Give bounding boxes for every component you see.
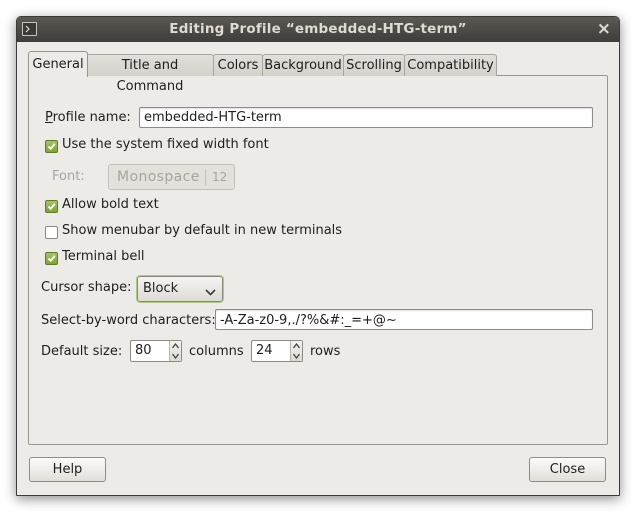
terminal-bell-checkbox[interactable]: [45, 252, 58, 265]
tab-panel-general: Profile name: Use the system fixed width…: [28, 75, 608, 445]
close-button[interactable]: Close: [529, 457, 606, 482]
rows-spin-buttons[interactable]: [290, 341, 302, 361]
use-system-font-checkbox[interactable]: [45, 140, 58, 153]
columns-spin-buttons[interactable]: [169, 341, 181, 361]
tab-background[interactable]: Background: [262, 54, 344, 76]
show-menubar-label: Show menubar by default in new terminals: [62, 223, 343, 238]
profile-dialog: Editing Profile “embedded-HTG-term” × Pr…: [16, 16, 620, 496]
tab-compatibility[interactable]: Compatibility: [404, 54, 497, 76]
rows-spinner[interactable]: 24: [251, 340, 303, 362]
rows-label: rows: [310, 344, 341, 359]
allow-bold-checkbox[interactable]: [45, 200, 58, 213]
font-label: Font:: [52, 169, 85, 184]
rows-value: 24: [256, 343, 273, 358]
cursor-shape-label: Cursor shape:: [41, 280, 132, 295]
allow-bold-label: Allow bold text: [62, 197, 159, 212]
columns-label: columns: [189, 344, 244, 359]
select-by-word-input[interactable]: -A-Za-z0-9,./?%&#:_=+@~: [215, 309, 593, 330]
font-name: Monospace: [117, 169, 200, 185]
profile-name-label: Profile name:: [45, 110, 131, 125]
tab-colors[interactable]: Colors: [213, 54, 263, 76]
spin-down-icon: [293, 353, 300, 359]
close-icon[interactable]: ×: [597, 19, 611, 39]
chevron-down-icon: [205, 285, 216, 300]
titlebar[interactable]: Editing Profile “embedded-HTG-term” ×: [17, 17, 619, 42]
help-button[interactable]: Help: [29, 457, 106, 482]
columns-value: 80: [135, 343, 152, 358]
cursor-shape-select[interactable]: Block: [136, 275, 224, 303]
terminal-bell-label: Terminal bell: [62, 249, 145, 264]
default-size-label: Default size:: [41, 344, 123, 359]
spin-up-icon: [293, 343, 300, 349]
show-menubar-checkbox[interactable]: [45, 226, 58, 239]
tab-general[interactable]: General: [28, 51, 88, 77]
columns-spinner[interactable]: 80: [130, 340, 182, 362]
spin-up-icon: [172, 343, 179, 349]
use-system-font-label: Use the system fixed width font: [62, 137, 269, 152]
font-separator: [205, 169, 206, 185]
tab-title-and-command[interactable]: Title and Command: [86, 54, 214, 94]
font-picker-button[interactable]: Monospace 12: [108, 164, 235, 190]
window-title: Editing Profile “embedded-HTG-term”: [169, 21, 467, 37]
tab-scrolling[interactable]: Scrolling: [343, 54, 405, 76]
cursor-shape-value: Block: [143, 281, 179, 296]
spin-down-icon: [172, 353, 179, 359]
select-by-word-label: Select-by-word characters:: [41, 313, 216, 328]
profile-name-input[interactable]: [139, 107, 593, 128]
font-size: 12: [212, 170, 228, 184]
